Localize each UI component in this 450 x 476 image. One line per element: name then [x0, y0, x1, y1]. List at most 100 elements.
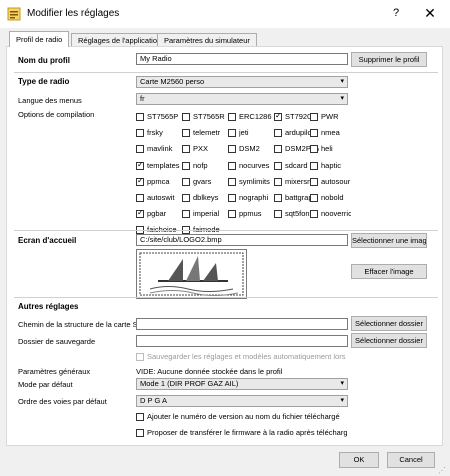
build-option-label: gvars	[193, 176, 212, 186]
build-option-checkbox[interactable]	[274, 194, 282, 202]
sd-path-input[interactable]	[136, 318, 348, 330]
radio-type-label: Type de radio	[18, 77, 70, 86]
build-option-checkbox[interactable]	[310, 129, 318, 138]
delete-profile-button[interactable]: Supprimer le profil	[351, 52, 427, 67]
select-image-button[interactable]: Sélectionner une image	[351, 233, 427, 248]
build-option-checkbox[interactable]	[182, 194, 190, 202]
build-option-label: telemetr	[193, 128, 221, 138]
build-options-label: Options de compilation	[18, 110, 95, 119]
build-option-checkbox[interactable]	[182, 145, 190, 154]
default-mode-value: Mode 1 (DIR PROF GAZ AIL)	[140, 379, 239, 388]
default-mode-select[interactable]: Mode 1 (DIR PROF GAZ AIL) ▾	[136, 378, 348, 390]
resize-grip-icon[interactable]: ⋰	[438, 466, 446, 475]
chevron-down-icon: ▾	[340, 95, 344, 102]
build-option-label: nofp	[193, 160, 208, 170]
tab-application-settings[interactable]: Réglages de l'application	[71, 33, 169, 46]
build-option-checkbox[interactable]	[136, 208, 144, 219]
build-option-checkbox[interactable]	[310, 177, 318, 186]
profile-name-input[interactable]: My Radio	[136, 53, 348, 65]
channel-order-label: Ordre des voies par défaut	[18, 397, 107, 406]
build-option-checkbox[interactable]	[274, 111, 282, 121]
build-option-checkbox[interactable]	[310, 161, 318, 170]
clear-image-button[interactable]: Effacer l'image	[351, 264, 427, 279]
build-option-checkbox[interactable]	[228, 210, 236, 219]
channel-order-select[interactable]: D P G A ▾	[136, 395, 348, 407]
close-icon[interactable]: ✕	[422, 5, 438, 22]
build-option-checkbox[interactable]	[182, 177, 190, 186]
build-option-checkbox[interactable]	[136, 145, 144, 154]
tab-simulator-settings[interactable]: Paramètres du simulateur	[157, 33, 257, 46]
settings-window-icon	[7, 7, 21, 21]
build-option-checkbox[interactable]	[228, 129, 236, 138]
build-option-label: frsky	[147, 128, 163, 138]
general-params-value: VIDE: Aucune donnée stockée dans le prof…	[136, 367, 283, 376]
backup-folder-input[interactable]	[136, 335, 348, 347]
menu-language-value: fr	[140, 94, 145, 103]
radio-type-value: Carte M2560 perso	[140, 77, 205, 86]
build-option-label: ST7565R	[193, 112, 225, 121]
chevron-down-icon: ▾	[340, 397, 344, 404]
build-option-checkbox[interactable]	[136, 129, 144, 138]
build-option-label: autosour	[321, 176, 351, 186]
build-option-label: PXX	[193, 144, 209, 154]
build-option-label: nobold	[321, 193, 344, 202]
build-option-checkbox[interactable]	[228, 145, 236, 154]
build-option-label: dblkeys	[193, 193, 219, 202]
menu-language-label: Langue des menus	[18, 96, 82, 105]
menu-language-select[interactable]: fr ▾	[136, 93, 348, 105]
build-option-label: jeti	[239, 128, 249, 138]
window-title: Modifier les réglages	[27, 8, 120, 19]
radio-type-select[interactable]: Carte M2560 perso ▾	[136, 76, 348, 88]
ok-button[interactable]: OK	[339, 452, 379, 468]
default-mode-label: Mode par défaut	[18, 380, 73, 389]
append-version-checkbox[interactable]	[136, 413, 144, 421]
build-option-checkbox[interactable]	[182, 129, 190, 138]
build-option-checkbox[interactable]	[136, 113, 144, 121]
build-option-checkbox[interactable]	[274, 161, 282, 170]
build-option-checkbox[interactable]	[228, 194, 236, 202]
offer-flash-checkbox[interactable]	[136, 429, 144, 437]
other-settings-heading: Autres réglages	[18, 302, 79, 311]
build-option-checkbox[interactable]	[228, 113, 236, 121]
build-option-label: nographi	[239, 193, 269, 202]
tab-radio-profile[interactable]: Profil de radio	[9, 31, 70, 47]
build-option-label: ppmca	[147, 176, 170, 186]
build-option-label: ERC1286	[239, 112, 272, 121]
chevron-down-icon: ▾	[340, 380, 344, 387]
build-option-checkbox[interactable]	[274, 129, 282, 138]
cancel-button[interactable]: Cancel	[387, 452, 435, 468]
append-version-label: Ajouter le numéro de version au nom du f…	[147, 412, 340, 421]
build-option-checkbox[interactable]	[228, 177, 236, 186]
profile-name-label: Nom du profil	[18, 56, 70, 65]
build-option-label: imperial	[193, 209, 220, 219]
build-option-checkbox[interactable]	[136, 194, 144, 202]
build-option-checkbox[interactable]	[310, 194, 318, 202]
select-sd-folder-button[interactable]: Sélectionner dossier	[351, 316, 427, 331]
chevron-down-icon: ▾	[340, 78, 344, 85]
build-option-checkbox[interactable]	[182, 161, 190, 170]
build-option-label: nocurves	[239, 160, 270, 170]
splash-path-input[interactable]: C:/site/club/LOGO2.bmp	[136, 234, 348, 246]
build-option-checkbox[interactable]	[136, 160, 144, 170]
build-option-checkbox[interactable]	[136, 176, 144, 186]
build-option-checkbox[interactable]	[274, 145, 282, 154]
separator	[14, 230, 438, 231]
build-option-checkbox[interactable]	[310, 210, 318, 219]
help-icon[interactable]: ?	[388, 7, 404, 19]
build-option-checkbox[interactable]	[182, 210, 190, 219]
build-option-label: ppmus	[239, 209, 262, 219]
auto-save-checkbox[interactable]	[136, 353, 144, 361]
auto-save-label: Sauvegarder les réglages et modèles auto…	[147, 352, 346, 361]
channel-order-value: D P G A	[140, 396, 167, 405]
backup-folder-label: Dossier de sauvegarde	[18, 337, 96, 346]
build-option-checkbox[interactable]	[310, 113, 318, 121]
build-option-checkbox[interactable]	[310, 145, 318, 154]
build-option-checkbox[interactable]	[274, 210, 282, 219]
build-option-checkbox[interactable]	[274, 177, 282, 186]
build-option-checkbox[interactable]	[228, 161, 236, 170]
separator	[14, 72, 438, 73]
build-option-label: nmea	[321, 128, 340, 138]
splash-image	[138, 251, 245, 297]
build-option-checkbox[interactable]	[182, 113, 190, 121]
select-backup-folder-button[interactable]: Sélectionner dossier	[351, 333, 427, 348]
